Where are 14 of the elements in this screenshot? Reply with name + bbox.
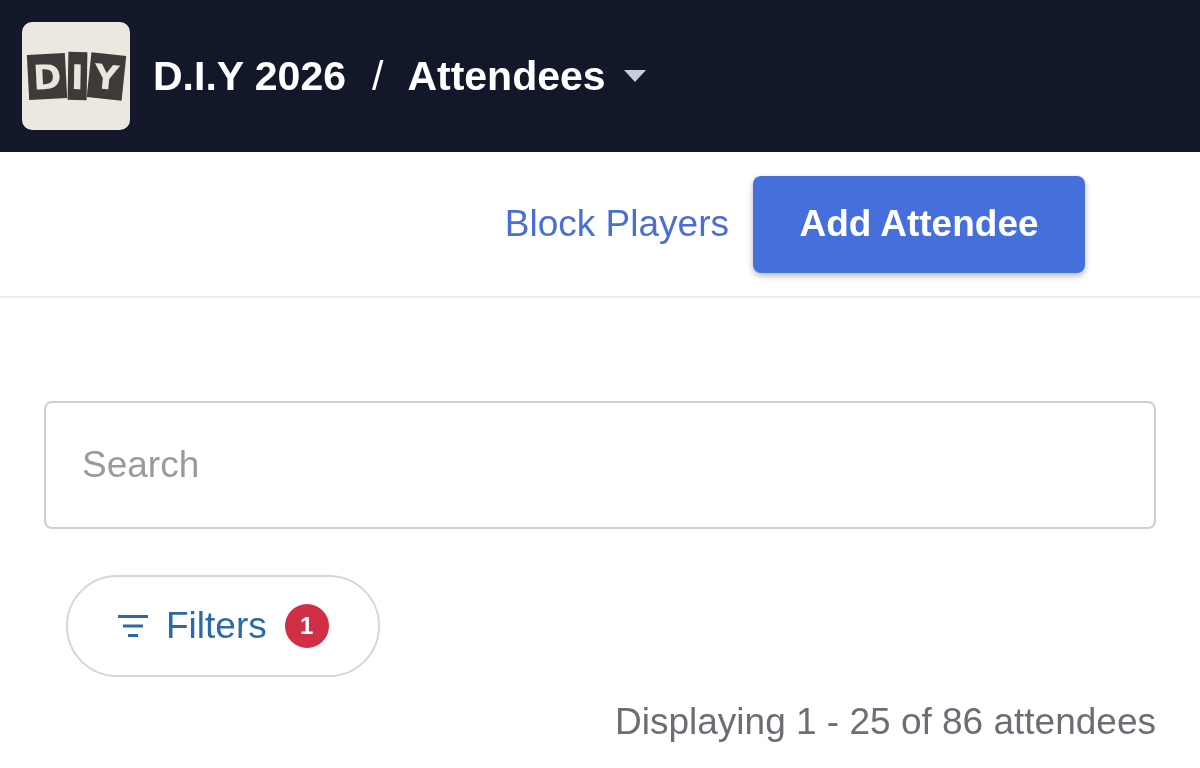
caret-icon <box>623 70 646 82</box>
logo-letter: Y <box>86 51 126 101</box>
logo-letter: I <box>68 51 88 101</box>
filters-button[interactable]: Filters 1 <box>66 575 380 677</box>
results-summary: Displaying 1 - 25 of 86 attendees <box>615 701 1156 743</box>
search-field[interactable]: Search <box>44 401 1156 529</box>
block-players-link[interactable]: Block Players <box>504 203 729 245</box>
event-title: D.I.Y 2026 <box>153 52 346 100</box>
filter-count-badge: 1 <box>284 604 329 648</box>
logo-letter: D <box>27 52 68 100</box>
add-attendee-button[interactable]: Add Attendee <box>753 175 1085 273</box>
section-dropdown[interactable]: Attendees <box>407 52 646 100</box>
breadcrumb-separator: / <box>372 52 384 100</box>
filter-icon <box>118 615 148 637</box>
